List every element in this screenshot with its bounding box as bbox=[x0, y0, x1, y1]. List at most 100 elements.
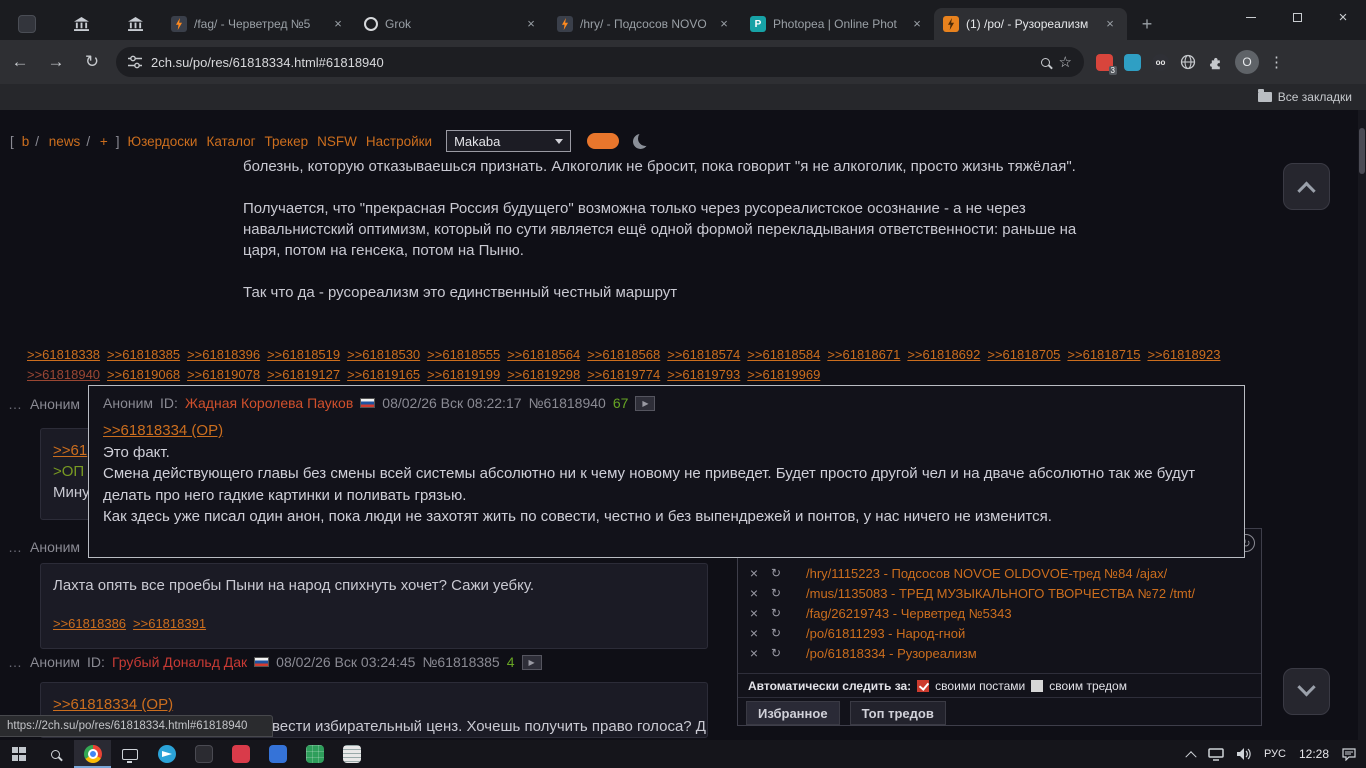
reply-link[interactable]: >>61819793 bbox=[667, 367, 740, 382]
tab-grok[interactable]: Grok × bbox=[355, 8, 548, 40]
refresh-thread-icon[interactable]: ↻ bbox=[768, 566, 784, 580]
watch-own-posts-checkbox[interactable] bbox=[917, 680, 930, 692]
page-scrollbar[interactable] bbox=[1358, 110, 1366, 740]
board-link[interactable]: b bbox=[22, 134, 30, 149]
reply-link[interactable]: >>61818715 bbox=[1067, 347, 1140, 362]
extension-teal-icon[interactable] bbox=[1124, 53, 1141, 71]
extension-oo-icon[interactable]: oo bbox=[1152, 53, 1169, 71]
tab-po-active[interactable]: (1) /po/ - Рузореализм × bbox=[934, 8, 1127, 40]
taskbar-chrome[interactable] bbox=[74, 740, 111, 768]
remove-thread-icon[interactable]: × bbox=[746, 605, 762, 621]
tab-top-threads[interactable]: Топ тредов bbox=[849, 701, 946, 725]
reply-link[interactable]: >>61818574 bbox=[667, 347, 740, 362]
close-tab-icon[interactable]: × bbox=[909, 16, 925, 32]
expand-post-button[interactable]: ▶ bbox=[521, 654, 542, 670]
refresh-thread-icon[interactable]: ↻ bbox=[768, 646, 784, 660]
remove-thread-icon[interactable]: × bbox=[746, 625, 762, 641]
reply-link[interactable]: >>61818555 bbox=[427, 347, 500, 362]
address-bar[interactable]: 2ch.su/po/res/61818334.html#61818940 ☆ bbox=[116, 47, 1084, 77]
site-nav-link[interactable]: NSFW bbox=[317, 134, 357, 149]
reply-link[interactable]: >>61819298 bbox=[507, 367, 580, 382]
reload-button[interactable]: ↻ bbox=[76, 46, 108, 78]
site-nav-link[interactable]: Настройки bbox=[366, 134, 432, 149]
reply-link[interactable]: >>61818564 bbox=[507, 347, 580, 362]
reply-link[interactable]: >>61818530 bbox=[347, 347, 420, 362]
scroll-to-bottom-button[interactable] bbox=[1283, 668, 1330, 715]
board-link[interactable]: news bbox=[35, 134, 81, 149]
profile-avatar[interactable]: O bbox=[1235, 50, 1259, 74]
pinned-tab-2[interactable] bbox=[54, 8, 108, 40]
minimize-button[interactable] bbox=[1228, 0, 1274, 34]
tab-photopea[interactable]: P Photopea | Online Phot × bbox=[741, 8, 934, 40]
favorite-thread-link[interactable]: /fag/26219743 - Черветред №5343 bbox=[806, 606, 1012, 621]
globe-icon[interactable] bbox=[1180, 54, 1196, 70]
browser-menu-icon[interactable]: ⋮ bbox=[1269, 53, 1284, 71]
remove-thread-icon[interactable]: × bbox=[746, 645, 762, 661]
reply-link[interactable]: >>61819078 bbox=[187, 367, 260, 382]
taskbar-notes-app[interactable] bbox=[333, 740, 370, 768]
reply-link[interactable]: >>61818584 bbox=[747, 347, 820, 362]
close-tab-icon[interactable]: × bbox=[330, 16, 346, 32]
action-center-icon[interactable] bbox=[1342, 747, 1356, 761]
network-icon[interactable] bbox=[1208, 747, 1224, 761]
extension-red-icon[interactable]: 3 bbox=[1096, 53, 1117, 75]
tab-hry[interactable]: /hry/ - Подсосов NOVO × bbox=[548, 8, 741, 40]
post-number-link[interactable]: №61818940 bbox=[529, 395, 606, 411]
taskbar-search-button[interactable] bbox=[37, 740, 74, 768]
reply-link[interactable]: >>61818385 bbox=[107, 347, 180, 362]
reply-link[interactable]: >>61819127 bbox=[267, 367, 340, 382]
remove-thread-icon[interactable]: × bbox=[746, 565, 762, 581]
reply-link[interactable]: >>61818671 bbox=[827, 347, 900, 362]
site-nav-link[interactable]: Юзердоски bbox=[127, 134, 197, 149]
reply-link[interactable]: >>61819969 bbox=[747, 367, 820, 382]
style-select[interactable]: Makaba bbox=[446, 130, 572, 152]
op-reply-link[interactable]: >>61818334 (OP) bbox=[53, 696, 173, 713]
all-bookmarks-button[interactable]: Все закладки bbox=[1257, 89, 1366, 104]
post-link[interactable]: >>61 bbox=[53, 442, 87, 459]
tab-favorites[interactable]: Избранное bbox=[746, 701, 840, 725]
reply-link[interactable]: >>61818940 bbox=[27, 367, 100, 382]
taskbar-telegram[interactable] bbox=[148, 740, 185, 768]
close-window-button[interactable]: × bbox=[1320, 0, 1366, 34]
pinned-tab-1[interactable] bbox=[0, 8, 54, 40]
reply-link[interactable]: >>61818396 bbox=[187, 347, 260, 362]
reply-link[interactable]: >>61818568 bbox=[587, 347, 660, 362]
reply-link[interactable]: >>61818519 bbox=[267, 347, 340, 362]
site-nav-link[interactable]: Трекер bbox=[265, 134, 309, 149]
site-nav-link[interactable]: Каталог bbox=[206, 134, 255, 149]
expand-post-button[interactable]: ▶ bbox=[635, 395, 656, 411]
taskbar-explorer[interactable] bbox=[111, 740, 148, 768]
forward-button[interactable]: → bbox=[40, 46, 72, 78]
taskbar-red-app[interactable] bbox=[222, 740, 259, 768]
pinned-tab-3[interactable] bbox=[108, 8, 162, 40]
url-text[interactable]: 2ch.su/po/res/61818334.html#61818940 bbox=[151, 55, 1032, 70]
new-tab-button[interactable]: + bbox=[1133, 10, 1161, 38]
refresh-thread-icon[interactable]: ↻ bbox=[768, 586, 784, 600]
reply-link[interactable]: >>61819199 bbox=[427, 367, 500, 382]
close-tab-icon[interactable]: × bbox=[716, 16, 732, 32]
tab-fag[interactable]: /fag/ - Черветред №5 × bbox=[162, 8, 355, 40]
post-menu-icon[interactable]: … bbox=[8, 396, 23, 412]
site-settings-icon[interactable] bbox=[128, 55, 142, 69]
refresh-thread-icon[interactable]: ↻ bbox=[768, 606, 784, 620]
taskbar-dark-app[interactable] bbox=[185, 740, 222, 768]
taskbar-blue-app[interactable] bbox=[259, 740, 296, 768]
reply-link[interactable]: >>61818386 bbox=[53, 613, 126, 634]
board-link[interactable]: + bbox=[86, 134, 108, 149]
start-button[interactable] bbox=[0, 740, 37, 768]
language-indicator[interactable]: РУС bbox=[1264, 748, 1286, 760]
reply-link[interactable]: >>61818692 bbox=[907, 347, 980, 362]
theme-toggle[interactable] bbox=[587, 133, 620, 149]
bookmark-star-icon[interactable]: ☆ bbox=[1059, 55, 1072, 70]
taskbar-green-app[interactable] bbox=[296, 740, 333, 768]
post-number-link[interactable]: №61818385 bbox=[422, 654, 499, 670]
volume-icon[interactable] bbox=[1236, 748, 1251, 760]
reply-link[interactable]: >>61819165 bbox=[347, 367, 420, 382]
favorite-thread-link[interactable]: /mus/1135083 - ТРЕД МУЗЫКАЛЬНОГО ТВОРЧЕС… bbox=[806, 586, 1195, 601]
puzzle-extensions-icon[interactable] bbox=[1207, 54, 1223, 70]
reply-link[interactable]: >>61818338 bbox=[27, 347, 100, 362]
favorite-thread-link[interactable]: /hry/1115223 - Подсосов NOVOE OLDOVOE-тр… bbox=[806, 566, 1167, 581]
dark-mode-moon-icon[interactable] bbox=[633, 134, 648, 149]
watch-own-thread-checkbox[interactable] bbox=[1031, 680, 1044, 692]
hidden-icons-chevron[interactable] bbox=[1185, 751, 1197, 763]
